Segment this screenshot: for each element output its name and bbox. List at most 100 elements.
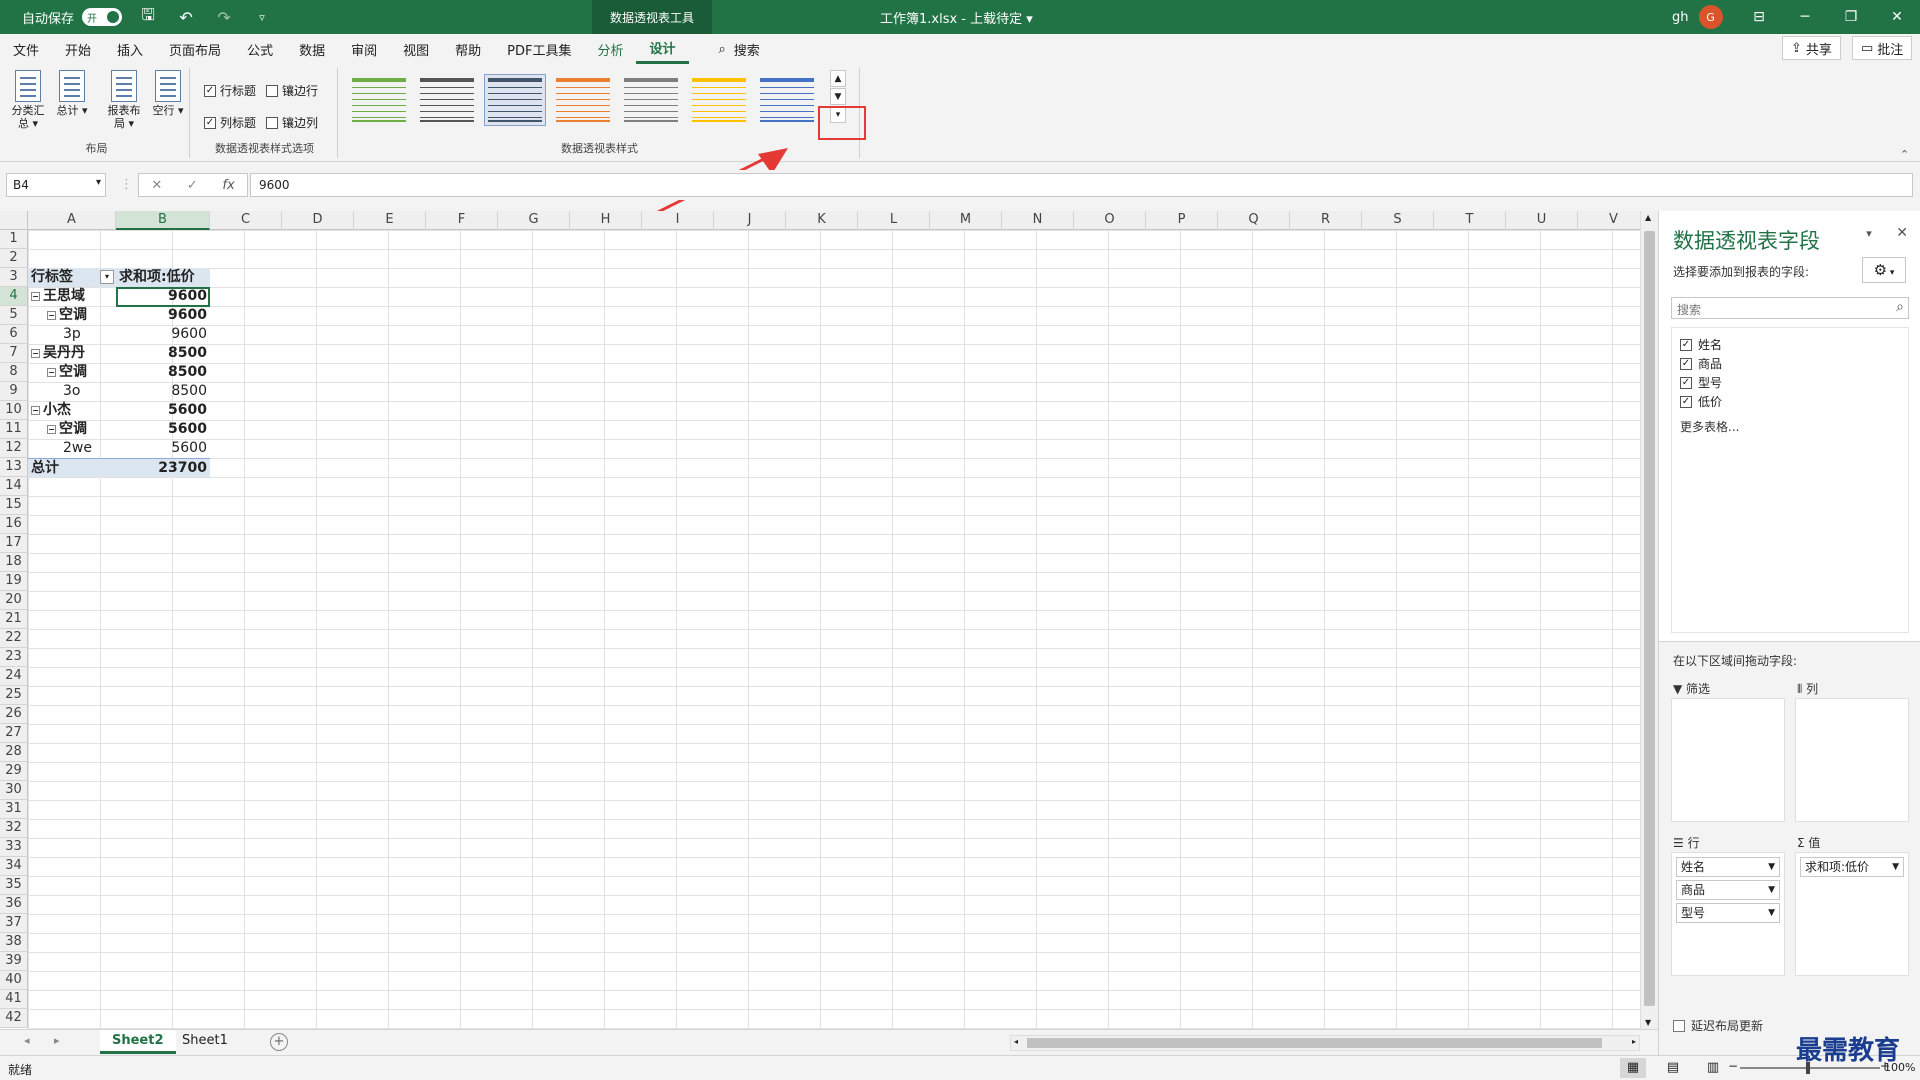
pivot-row-value[interactable]: 8500 — [116, 363, 210, 382]
column-header[interactable]: S — [1362, 211, 1434, 230]
tab-formulas[interactable]: 公式 — [234, 34, 286, 64]
pivot-row-label[interactable]: 3p — [60, 325, 116, 344]
pivot-header-value[interactable]: 求和项:低价 — [116, 268, 210, 287]
row-header[interactable]: 11 — [0, 420, 28, 439]
zoom-slider[interactable] — [1740, 1062, 1880, 1074]
row-header[interactable]: 35 — [0, 876, 28, 895]
autosave-toggle[interactable]: 开 — [82, 8, 123, 26]
pivot-row-label[interactable]: 3o — [60, 382, 116, 401]
column-header[interactable]: G — [498, 211, 570, 230]
tab-view[interactable]: 视图 — [390, 34, 442, 64]
avatar[interactable]: G — [1698, 5, 1723, 29]
tab-analyze[interactable]: 分析 — [584, 34, 636, 64]
row-header[interactable]: 30 — [0, 781, 28, 800]
row-headers-checkbox[interactable]: ✓ 行标题 — [204, 82, 256, 99]
filters-area[interactable] — [1671, 698, 1785, 822]
column-header[interactable]: B — [116, 211, 210, 230]
row-header[interactable]: 3 — [0, 268, 28, 287]
row-header[interactable]: 12 — [0, 439, 28, 458]
enter-icon[interactable]: ✓ — [187, 178, 198, 193]
row-header[interactable]: 1 — [0, 230, 28, 249]
subtotals-button[interactable]: 分类汇总 ▾ — [8, 70, 48, 130]
blank-rows-button[interactable]: 空行 ▾ — [148, 70, 188, 117]
cancel-icon[interactable]: ✕ — [151, 178, 162, 193]
grand-totals-button[interactable]: 总计 ▾ — [52, 70, 92, 117]
vertical-scroll-thumb[interactable] — [1644, 231, 1655, 1006]
sheet-tab-sheet1[interactable]: Sheet1 — [170, 1030, 240, 1054]
sheet-tab-sheet2[interactable]: Sheet2 — [100, 1030, 176, 1054]
style-swatch-green[interactable] — [348, 74, 410, 126]
pivot-row-value[interactable]: 5600 — [116, 439, 210, 458]
tab-pdf-tools[interactable]: PDF工具集 — [494, 34, 584, 64]
row-header[interactable]: 41 — [0, 990, 28, 1009]
row-header[interactable]: 32 — [0, 819, 28, 838]
column-header[interactable]: E — [354, 211, 426, 230]
field-low-price[interactable]: ✓ 低价 — [1680, 393, 1722, 410]
tell-me-search[interactable]: ⌕ 搜索 — [719, 40, 760, 59]
column-header[interactable]: K — [786, 211, 858, 230]
prev-sheet-icon[interactable]: ◂ — [24, 1034, 30, 1047]
column-header[interactable]: R — [1290, 211, 1362, 230]
row-header[interactable]: 6 — [0, 325, 28, 344]
row-header[interactable]: 18 — [0, 553, 28, 572]
row-header[interactable]: 16 — [0, 515, 28, 534]
user-account[interactable]: gh G — [1672, 0, 1723, 34]
tab-home[interactable]: 开始 — [52, 34, 104, 64]
row-field-pill[interactable]: 型号 ▼ — [1676, 903, 1780, 923]
column-header[interactable]: T — [1434, 211, 1506, 230]
row-header[interactable]: 2 — [0, 249, 28, 268]
row-header[interactable]: 40 — [0, 971, 28, 990]
pivot-row-label[interactable]: − 王思域 — [28, 287, 116, 306]
row-header[interactable]: 17 — [0, 534, 28, 553]
row-header[interactable]: 14 — [0, 477, 28, 496]
row-header[interactable]: 10 — [0, 401, 28, 420]
row-header[interactable]: 29 — [0, 762, 28, 781]
pane-options-chevron-icon[interactable]: ▾ — [1866, 227, 1872, 240]
field-search-input[interactable]: 搜索 ⌕ — [1671, 297, 1909, 319]
row-header[interactable]: 28 — [0, 743, 28, 762]
pane-close-icon[interactable]: ✕ — [1896, 225, 1908, 241]
columns-area[interactable] — [1795, 698, 1909, 822]
styles-scroll-up-icon[interactable]: ▲ — [830, 70, 846, 87]
vertical-scrollbar[interactable]: ▲ ▼ — [1640, 211, 1658, 1029]
column-header[interactable]: C — [210, 211, 282, 230]
collapse-icon[interactable]: − — [31, 292, 40, 301]
collapse-icon[interactable]: − — [47, 425, 56, 434]
row-header[interactable]: 42 — [0, 1009, 28, 1028]
tab-page-layout[interactable]: 页面布局 — [156, 34, 234, 64]
tab-help[interactable]: 帮助 — [442, 34, 494, 64]
report-layout-button[interactable]: 报表布局 ▾ — [104, 70, 144, 130]
style-swatch-orange[interactable] — [552, 74, 614, 126]
column-header[interactable]: O — [1074, 211, 1146, 230]
style-swatch-dark[interactable] — [416, 74, 478, 126]
share-button[interactable]: ⇪ 共享 — [1782, 36, 1841, 60]
tab-data[interactable]: 数据 — [286, 34, 338, 64]
styles-scroll-down-icon[interactable]: ▼ — [830, 88, 846, 105]
customize-quick-access-icon[interactable]: ▿ — [250, 11, 274, 24]
row-header[interactable]: 31 — [0, 800, 28, 819]
more-tables-link[interactable]: 更多表格... — [1680, 418, 1739, 435]
pivot-grand-total-label[interactable]: 总计 — [28, 458, 116, 477]
column-header[interactable]: J — [714, 211, 786, 230]
value-field-pill[interactable]: 求和项:低价 ▼ — [1800, 857, 1904, 877]
close-icon[interactable]: ✕ — [1874, 0, 1920, 34]
column-header[interactable]: H — [570, 211, 642, 230]
row-header[interactable]: 23 — [0, 648, 28, 667]
next-sheet-icon[interactable]: ▸ — [54, 1034, 60, 1047]
tab-insert[interactable]: 插入 — [104, 34, 156, 64]
row-field-pill[interactable]: 姓名 ▼ — [1676, 857, 1780, 877]
collapse-ribbon-icon[interactable]: ⌃ — [1900, 148, 1909, 161]
field-name[interactable]: ✓ 姓名 — [1680, 336, 1722, 353]
pivot-row-label[interactable]: − 吴丹丹 — [28, 344, 116, 363]
collapse-icon[interactable]: − — [31, 406, 40, 415]
comments-button[interactable]: ▭ 批注 — [1852, 36, 1913, 60]
pivot-row-label[interactable]: − 空调 — [44, 306, 116, 325]
row-header[interactable]: 27 — [0, 724, 28, 743]
column-header[interactable]: V — [1578, 211, 1640, 230]
collapse-icon[interactable]: − — [31, 349, 40, 358]
column-header[interactable]: P — [1146, 211, 1218, 230]
pivot-row-value[interactable]: 5600 — [116, 420, 210, 439]
pivot-grand-total-value[interactable]: 23700 — [116, 458, 210, 477]
column-header[interactable]: D — [282, 211, 354, 230]
row-header[interactable]: 26 — [0, 705, 28, 724]
